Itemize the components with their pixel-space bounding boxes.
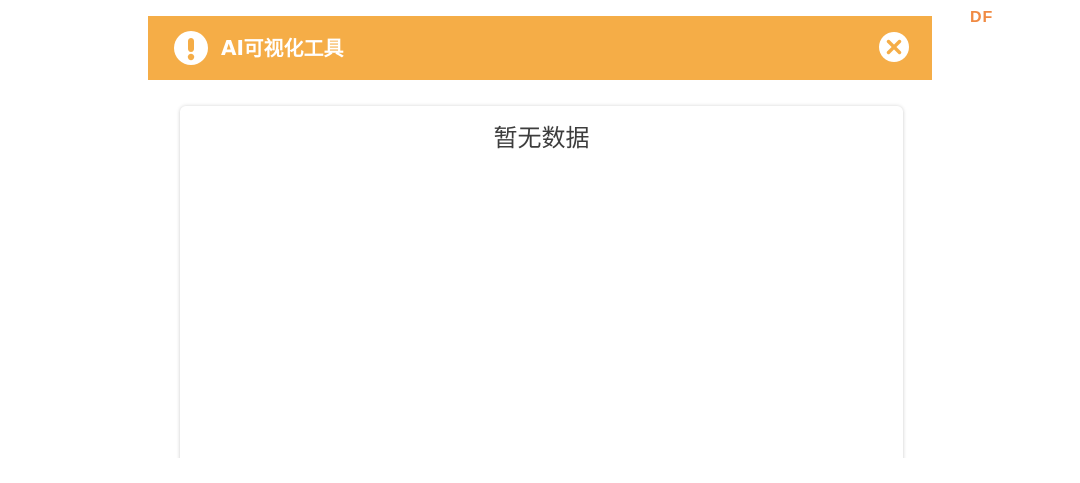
bottom-edge xyxy=(0,458,1080,483)
empty-state-message: 暂无数据 xyxy=(493,124,590,152)
close-button[interactable] xyxy=(879,32,909,62)
close-circle-icon xyxy=(879,32,909,62)
dialog-title: AI可视化工具 xyxy=(221,36,344,60)
dialog-header: AI可视化工具 xyxy=(148,16,932,80)
content-card: 暂无数据 xyxy=(180,106,903,466)
page: DF AI可视化工具 暂无数据 xyxy=(0,0,1080,483)
brand-logo: DF xyxy=(970,9,994,26)
exclamation-circle-icon xyxy=(174,31,208,65)
